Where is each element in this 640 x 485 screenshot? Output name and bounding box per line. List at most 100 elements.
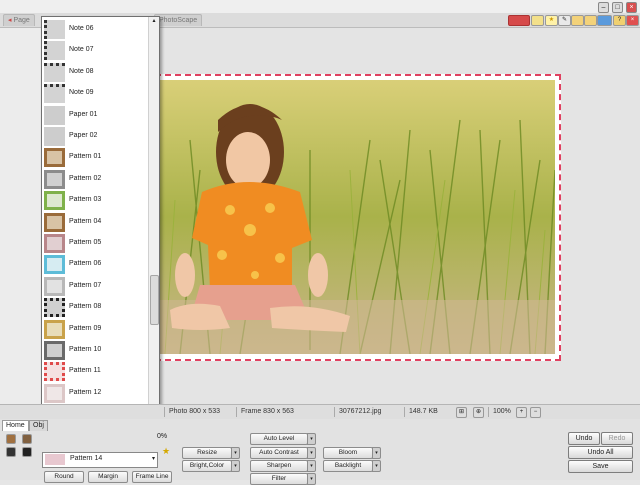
auto-contrast-button[interactable]: Auto Contrast	[250, 447, 308, 459]
page-icon: ◂	[8, 17, 12, 24]
list-item[interactable]: Pattern 10	[42, 340, 148, 361]
scroll-thumb[interactable]	[150, 275, 159, 325]
undo-button[interactable]: Undo	[568, 432, 600, 445]
list-item-label: Pattern 06	[69, 260, 102, 268]
list-item[interactable]: Paper 02	[42, 126, 148, 147]
frame-thumbnail-icon	[44, 276, 65, 296]
sharpen-dropdown[interactable]: ▾	[307, 460, 316, 472]
list-item[interactable]: Pattern 07	[42, 276, 148, 297]
frame-thumbnail-icon	[44, 383, 65, 403]
list-item[interactable]: Note 07	[42, 40, 148, 61]
list-item-label: Pattern 04	[69, 217, 102, 225]
undo-all-button[interactable]: Undo All	[568, 446, 633, 459]
frame-thumbnail-icon	[44, 298, 65, 318]
camera-icon[interactable]	[508, 15, 530, 26]
resize-button[interactable]: Resize	[182, 447, 232, 459]
list-item-label: Pattern 08	[69, 303, 102, 311]
tool-icon-2[interactable]	[22, 434, 32, 444]
auto-level-dropdown[interactable]: ▾	[307, 433, 316, 445]
close-icon[interactable]: ×	[626, 2, 637, 13]
list-item[interactable]: Note 08	[42, 62, 148, 83]
zoom-fit-icon[interactable]: ⊞	[456, 407, 467, 418]
sharpen-button[interactable]: Sharpen	[250, 460, 308, 472]
list-item[interactable]: Note 09	[42, 83, 148, 104]
tools-icon[interactable]: ✎	[558, 15, 571, 26]
tool-icon-3[interactable]	[6, 447, 16, 457]
frame-size: Frame 830 x 563	[236, 407, 294, 417]
help-icon[interactable]: ?	[613, 15, 626, 26]
zoom-in-icon[interactable]: +	[516, 407, 527, 418]
tab-object[interactable]: Obj	[29, 420, 48, 431]
list-item-label: Pattern 03	[69, 196, 102, 204]
round-button[interactable]: Round	[44, 471, 84, 483]
bloom-dropdown[interactable]: ▾	[372, 447, 381, 459]
zoom-partial: 0%	[157, 433, 168, 440]
save-button[interactable]: Save	[568, 460, 633, 473]
redo-button[interactable]: Redo	[601, 432, 633, 445]
list-item-label: Pattern 10	[69, 346, 102, 353]
frame-dropdown-list[interactable]: Note 06 Note 07 Note 08 Note 09 Paper 01 Pape…	[41, 16, 160, 470]
list-item[interactable]: Pattern 11	[42, 361, 148, 382]
backlight-dropdown[interactable]: ▾	[372, 460, 381, 472]
list-item[interactable]: Pattern 09	[42, 319, 148, 340]
image-icon[interactable]	[584, 15, 597, 26]
list-item[interactable]: Pattern 12	[42, 383, 148, 404]
list-item[interactable]: Pattern 05	[42, 233, 148, 254]
frame-thumbnail-icon	[44, 84, 65, 104]
frame-thumbnail-icon	[44, 41, 65, 61]
frame-thumbnail-icon	[44, 362, 65, 382]
frame-thumbnail-icon	[44, 169, 65, 189]
list-item[interactable]: Note 06	[42, 19, 148, 40]
bright-color-dropdown[interactable]: ▾	[231, 460, 240, 472]
photo-size: Photo 800 x 533	[164, 407, 220, 417]
auto-contrast-dropdown[interactable]: ▾	[307, 447, 316, 459]
photo-canvas[interactable]	[160, 80, 555, 354]
tab-photoscape[interactable]: PhotoScape	[154, 14, 203, 26]
frame-thumbnail-icon	[44, 62, 65, 82]
star-icon[interactable]: ★	[545, 15, 558, 26]
list-item-label: Pattern 09	[69, 324, 102, 332]
folder-icon[interactable]	[531, 15, 544, 26]
list-item[interactable]: Pattern 02	[42, 169, 148, 190]
close-tab-icon[interactable]: ×	[626, 15, 639, 26]
list-item[interactable]: Pattern 03	[42, 190, 148, 211]
list-item[interactable]: Pattern 04	[42, 212, 148, 233]
scroll-up-icon[interactable]: ▴	[150, 17, 158, 25]
status-bar: Photo 800 x 533 Frame 830 x 563 30767212…	[0, 404, 640, 419]
minimize-icon[interactable]: –	[598, 2, 609, 13]
folder-open-icon[interactable]	[571, 15, 584, 26]
margin-button[interactable]: Margin	[88, 471, 128, 483]
filter-dropdown[interactable]: ▾	[307, 473, 316, 485]
frame-select[interactable]: Pattern 14 ▾	[42, 452, 158, 468]
tab-page[interactable]: ◂ Page	[3, 14, 35, 26]
tool-icon-4[interactable]	[22, 447, 32, 457]
frame-line-button[interactable]: Frame Line	[132, 471, 172, 483]
maximize-icon[interactable]: □	[612, 2, 623, 13]
list-item-label: Paper 02	[69, 132, 98, 139]
frame-thumbnail-icon	[44, 319, 65, 339]
zoom-actual-icon[interactable]: ⊕	[473, 407, 484, 418]
list-item-label: Note 06	[69, 25, 94, 32]
question-icon[interactable]	[597, 15, 612, 26]
frame-thumbnail-icon	[44, 20, 65, 39]
bloom-button[interactable]: Bloom	[323, 447, 373, 459]
list-item-label: Note 08	[69, 67, 94, 75]
bright-color-button[interactable]: Bright,Color	[182, 460, 232, 472]
list-item-label: Note 09	[69, 89, 94, 97]
tab-home[interactable]: Home	[2, 420, 29, 431]
frame-thumbnail-icon	[44, 148, 65, 168]
resize-dropdown[interactable]: ▾	[231, 447, 240, 459]
list-item[interactable]: Pattern 08	[42, 297, 148, 318]
scrollbar[interactable]: ▴ ▾	[148, 17, 159, 469]
auto-level-button[interactable]: Auto Level	[250, 433, 308, 445]
filter-button[interactable]: Filter	[250, 473, 308, 485]
tool-icon-1[interactable]	[6, 434, 16, 444]
frame-thumbnail-icon	[44, 191, 65, 211]
list-item[interactable]: Paper 01	[42, 105, 148, 126]
list-item[interactable]: Pattern 06	[42, 254, 148, 275]
frame-thumbnail-icon	[44, 234, 65, 253]
star-icon[interactable]: ★	[162, 446, 170, 457]
list-item[interactable]: Pattern 01	[42, 147, 148, 168]
zoom-out-icon[interactable]: −	[530, 407, 541, 418]
backlight-button[interactable]: Backlight	[323, 460, 373, 472]
